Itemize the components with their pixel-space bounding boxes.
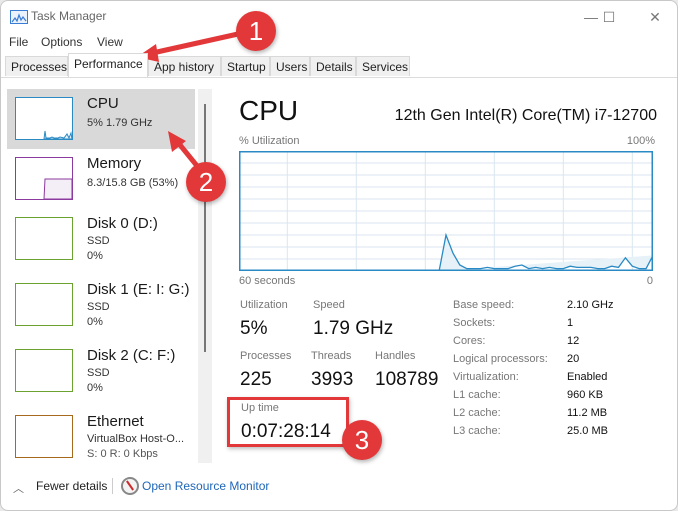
disk-2-usage: 0% <box>87 382 103 394</box>
disk-1-usage: 0% <box>87 316 103 328</box>
annotation-badge-3: 3 <box>342 420 382 460</box>
tab-details[interactable]: Details <box>310 56 356 76</box>
page-title: CPU <box>239 95 299 126</box>
scrollbar-thumb[interactable] <box>204 104 206 352</box>
cpu-label: CPU <box>87 95 119 112</box>
window-title: Task Manager <box>31 9 107 23</box>
utilization-value: 5% <box>240 318 268 339</box>
resource-list: CPU 5% 1.79 GHz Memory 8.3/15.8 GB (53%)… <box>5 85 195 465</box>
maximize-button[interactable]: ☐ <box>589 5 629 29</box>
menu-view[interactable]: View <box>97 35 123 49</box>
spec-value: 960 KB <box>567 389 604 401</box>
spec-label: L3 cache: <box>453 425 501 437</box>
spec-value: 12 <box>567 335 580 347</box>
handles-value: 108789 <box>375 369 439 390</box>
ethernet-mini-graph <box>15 415 73 458</box>
processes-label: Processes <box>240 350 292 362</box>
menu-options[interactable]: Options <box>41 35 82 49</box>
spec-value: 2.10 GHz <box>567 299 614 311</box>
footer-divider <box>112 478 113 494</box>
x-axis-right-label: 0 <box>646 275 653 287</box>
cpu-utilization-graph <box>239 151 653 271</box>
disk-2-type: SSD <box>87 367 110 379</box>
spec-label: Sockets: <box>453 317 496 329</box>
cpu-mini-graph <box>15 97 73 140</box>
sidebar-item-disk-2[interactable]: Disk 2 (C: F:) SSD 0% <box>7 341 195 401</box>
threads-value: 3993 <box>311 369 354 390</box>
handles-label: Handles <box>375 350 416 362</box>
speed-label: Speed <box>313 299 345 311</box>
utilization-label: Utilization <box>240 299 288 311</box>
disk-1-label: Disk 1 (E: I: G:) <box>87 281 190 298</box>
uptime-highlight-box <box>227 397 349 447</box>
sidebar-item-disk-1[interactable]: Disk 1 (E: I: G:) SSD 0% <box>7 275 195 335</box>
spec-value: Enabled <box>567 371 608 383</box>
tab-users[interactable]: Users <box>270 56 310 76</box>
fewer-details-button[interactable]: Fewer details <box>36 479 107 493</box>
spec-value: 20 <box>567 353 580 365</box>
tab-bar: Processes Performance App history Startu… <box>1 53 677 78</box>
utilization-axis-label: % Utilization <box>239 135 300 147</box>
spec-value: 11.2 MB <box>567 407 608 419</box>
memory-label: Memory <box>87 155 142 172</box>
tab-app-history[interactable]: App history <box>148 56 221 76</box>
cpu-series-area <box>439 235 653 271</box>
disk-0-type: SSD <box>87 235 110 247</box>
tab-processes[interactable]: Processes <box>5 56 68 76</box>
processes-value: 225 <box>240 369 272 390</box>
tab-startup[interactable]: Startup <box>221 56 270 76</box>
open-resource-monitor-link[interactable]: Open Resource Monitor <box>142 479 269 493</box>
spec-label: Logical processors: <box>453 353 548 365</box>
speed-value: 1.79 GHz <box>313 318 394 339</box>
sidebar-item-cpu[interactable]: CPU 5% 1.79 GHz <box>7 89 195 149</box>
annotation-badge-1: 1 <box>236 11 276 51</box>
disk-1-mini-graph <box>15 283 73 326</box>
sidebar-item-ethernet[interactable]: Ethernet VirtualBox Host-O... S: 0 R: 0 … <box>7 407 195 467</box>
resource-monitor-icon <box>121 477 139 495</box>
threads-label: Threads <box>311 350 352 362</box>
close-button[interactable]: ✕ <box>635 5 675 29</box>
utilization-max-label: 100% <box>626 135 655 147</box>
ethernet-adapter: VirtualBox Host-O... <box>87 433 184 445</box>
tab-services[interactable]: Services <box>356 56 410 76</box>
annotation-badge-2: 2 <box>186 162 226 202</box>
ethernet-throughput: S: 0 R: 0 Kbps <box>87 448 158 460</box>
disk-2-mini-graph <box>15 349 73 392</box>
sidebar-scrollbar[interactable] <box>198 89 212 463</box>
menu-bar: File Options View <box>1 33 677 51</box>
disk-2-label: Disk 2 (C: F:) <box>87 347 176 364</box>
spec-value: 1 <box>567 317 574 329</box>
spec-label: L1 cache: <box>453 389 501 401</box>
ethernet-label: Ethernet <box>87 413 144 430</box>
spec-label: Cores: <box>453 335 486 347</box>
chevron-up-icon[interactable]: ︿ <box>13 480 24 496</box>
spec-label: Virtualization: <box>453 371 519 383</box>
sidebar-item-memory[interactable]: Memory 8.3/15.8 GB (53%) <box>7 149 195 209</box>
tab-performance[interactable]: Performance <box>68 53 148 77</box>
cpu-model: 12th Gen Intel(R) Core(TM) i7-12700 <box>394 107 657 124</box>
menu-file[interactable]: File <box>9 35 28 49</box>
disk-0-mini-graph <box>15 217 73 260</box>
spec-label: L2 cache: <box>453 407 501 419</box>
spec-label: Base speed: <box>453 299 515 311</box>
x-axis-left-label: 60 seconds <box>239 275 296 287</box>
cpu-summary: 5% 1.79 GHz <box>87 117 153 129</box>
sidebar-item-disk-0[interactable]: Disk 0 (D:) SSD 0% <box>7 209 195 269</box>
memory-mini-graph <box>15 157 73 200</box>
footer: ︿ Fewer details Open Resource Monitor <box>1 473 677 501</box>
title-bar: Task Manager — ☐ ✕ <box>1 1 677 33</box>
disk-1-type: SSD <box>87 301 110 313</box>
spec-value: 25.0 MB <box>567 425 608 437</box>
disk-0-usage: 0% <box>87 250 103 262</box>
task-manager-icon <box>10 10 28 24</box>
memory-summary: 8.3/15.8 GB (53%) <box>87 177 179 189</box>
disk-0-label: Disk 0 (D:) <box>87 215 158 232</box>
